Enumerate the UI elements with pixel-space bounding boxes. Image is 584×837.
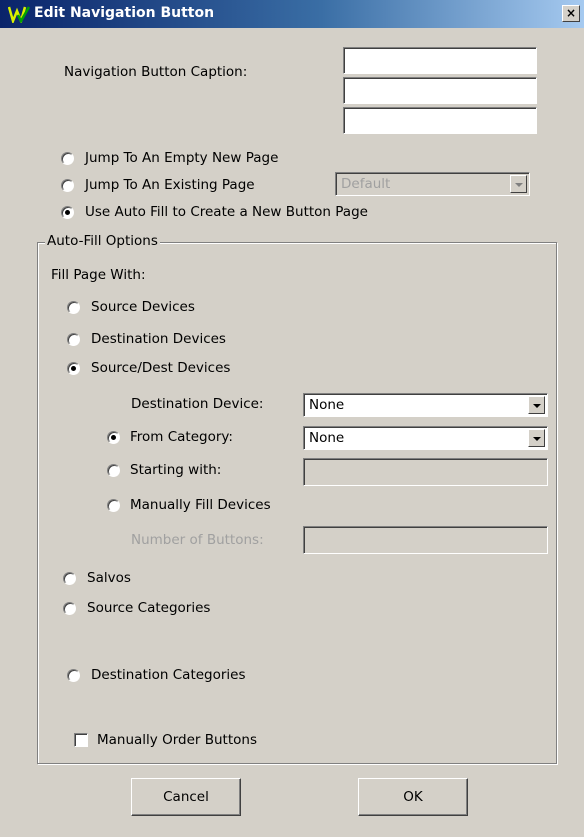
from-category-radio[interactable] (107, 431, 120, 444)
manually-fill-label[interactable]: Manually Fill Devices (130, 497, 271, 513)
auto-fill-label[interactable]: Use Auto Fill to Create a New Button Pag… (85, 204, 368, 220)
destination-device-select[interactable]: None (303, 393, 548, 417)
salvos-label[interactable]: Salvos (87, 570, 131, 586)
fill-page-label: Fill Page With: (51, 267, 146, 283)
manually-order-checkbox[interactable] (74, 733, 88, 747)
number-of-buttons-label: Number of Buttons: (131, 532, 264, 548)
window-title: Edit Navigation Button (34, 5, 215, 21)
number-of-buttons-input (303, 526, 548, 554)
destination-categories-radio[interactable] (67, 669, 80, 682)
source-dest-devices-radio[interactable] (67, 362, 80, 375)
cancel-button[interactable]: Cancel (131, 778, 241, 816)
from-category-select[interactable]: None (303, 426, 548, 450)
title-bar: Edit Navigation Button × (0, 0, 584, 28)
source-devices-label[interactable]: Source Devices (91, 299, 195, 315)
jump-existing-page-label[interactable]: Jump To An Existing Page (85, 177, 255, 193)
chevron-down-icon[interactable] (528, 396, 545, 414)
app-logo-icon (8, 6, 30, 23)
auto-fill-group-label: Auto-Fill Options (45, 233, 160, 249)
caption-line-2-input[interactable] (343, 77, 537, 104)
close-icon: × (565, 6, 577, 20)
manually-order-label[interactable]: Manually Order Buttons (97, 732, 257, 748)
chevron-down-icon (510, 175, 527, 193)
destination-devices-radio[interactable] (67, 333, 80, 346)
starting-with-radio[interactable] (107, 464, 120, 477)
caption-line-1-input[interactable] (343, 47, 537, 74)
from-category-label[interactable]: From Category: (130, 429, 233, 445)
caption-line-3-input[interactable] (343, 107, 537, 134)
caption-label: Navigation Button Caption: (64, 64, 248, 80)
destination-categories-label[interactable]: Destination Categories (91, 667, 246, 683)
close-button[interactable]: × (562, 5, 580, 22)
jump-existing-page-radio[interactable] (61, 179, 74, 192)
jump-empty-page-label[interactable]: Jump To An Empty New Page (85, 150, 278, 166)
source-devices-radio[interactable] (67, 301, 80, 314)
salvos-radio[interactable] (63, 572, 76, 585)
manually-fill-radio[interactable] (107, 499, 120, 512)
ok-button[interactable]: OK (358, 778, 468, 816)
existing-page-select: Default (335, 172, 530, 196)
source-dest-devices-label[interactable]: Source/Dest Devices (91, 360, 230, 376)
chevron-down-icon[interactable] (528, 429, 545, 447)
starting-with-label[interactable]: Starting with: (130, 462, 221, 478)
jump-empty-page-radio[interactable] (61, 152, 74, 165)
destination-device-label: Destination Device: (131, 396, 264, 412)
auto-fill-radio[interactable] (61, 206, 74, 219)
destination-devices-label[interactable]: Destination Devices (91, 331, 226, 347)
source-categories-label[interactable]: Source Categories (87, 600, 210, 616)
starting-with-input (303, 458, 548, 486)
source-categories-radio[interactable] (63, 602, 76, 615)
